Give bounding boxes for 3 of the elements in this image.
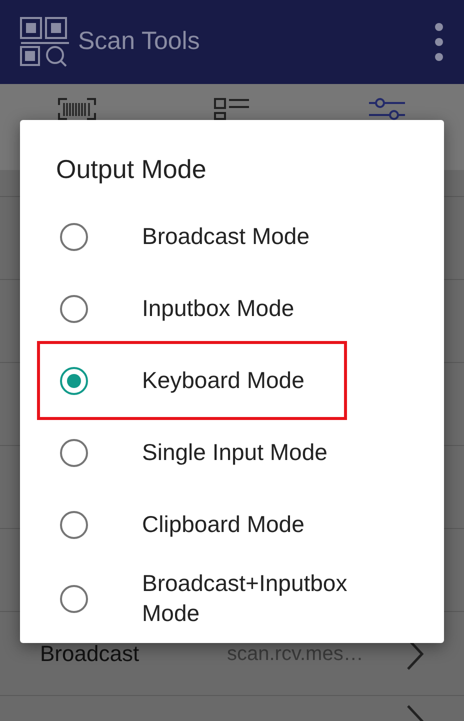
dialog-title: Output Mode <box>56 154 206 184</box>
app-title: Scan Tools <box>78 26 200 58</box>
row-label: Broadcast <box>40 640 140 668</box>
